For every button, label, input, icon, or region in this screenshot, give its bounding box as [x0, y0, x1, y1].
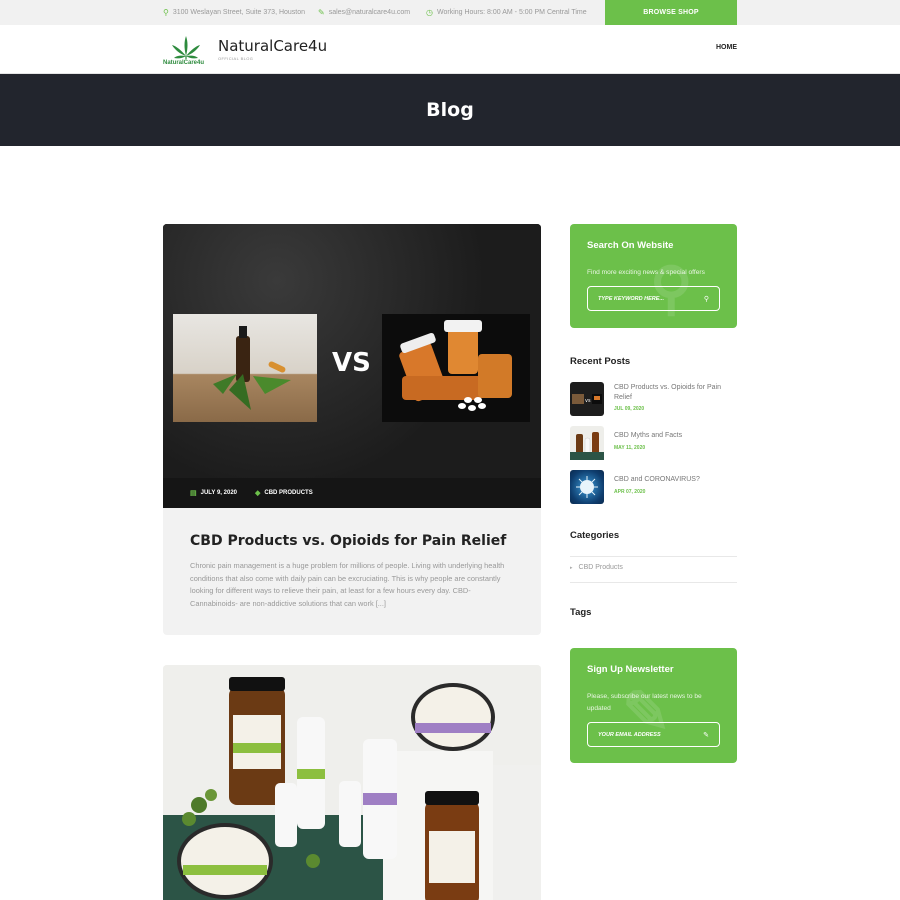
- category-label[interactable]: CBD Products: [579, 564, 623, 571]
- newsletter-widget: ✎ Sign Up Newsletter Please, subscribe o…: [570, 648, 737, 763]
- email-info[interactable]: ✎ sales@naturalcare4u.com: [318, 0, 410, 25]
- search-widget-text: Find more exciting news & special offers: [587, 269, 705, 276]
- recent-post-item[interactable]: CBD and CORONAVIRUS? APR 07, 2020: [570, 470, 737, 506]
- category-item[interactable]: ▸ CBD Products: [570, 564, 623, 571]
- site-header: NaturalCare4u NaturalCare4u OFFICIAL BLO…: [0, 25, 900, 74]
- top-info-bar: ⚲ 3100 Weslayan Street, Suite 373, Houst…: [0, 0, 900, 25]
- tag-icon: ◆: [255, 490, 261, 497]
- nav-home-link[interactable]: HOME: [716, 44, 737, 51]
- calendar-icon: ▤: [190, 490, 197, 497]
- site-brand-title[interactable]: NaturalCare4u: [218, 37, 327, 55]
- search-icon[interactable]: ⚲: [704, 295, 709, 303]
- newsletter-title: Sign Up Newsletter: [587, 664, 674, 675]
- recent-post-date: MAY 11, 2020: [614, 445, 646, 451]
- pencil-icon[interactable]: ✎: [703, 731, 709, 739]
- map-pin-icon: ⚲: [163, 8, 169, 17]
- post-category[interactable]: ◆ CBD PRODUCTS: [255, 489, 313, 497]
- hours-info: ◷ Working Hours: 8:00 AM - 5:00 PM Centr…: [426, 0, 587, 25]
- site-brand-subtitle: OFFICIAL BLOG: [218, 56, 254, 61]
- post-meta-bar: ▤ JULY 9, 2020 ◆ CBD PRODUCTS: [163, 478, 541, 508]
- recent-posts-heading: Recent Posts: [570, 356, 631, 367]
- recent-post-date: APR 07, 2020: [614, 489, 646, 495]
- blog-post-card-2: [163, 665, 541, 900]
- cbd-products-illustration: [163, 665, 541, 900]
- recent-post-title[interactable]: CBD Myths and Facts: [614, 431, 737, 441]
- recent-post-title[interactable]: CBD and CORONAVIRUS?: [614, 475, 737, 485]
- post-date[interactable]: ▤ JULY 9, 2020: [190, 489, 237, 497]
- logo-text: NaturalCare4u: [163, 60, 205, 66]
- divider: [570, 556, 737, 557]
- address-text: 3100 Weslayan Street, Suite 373, Houston: [172, 9, 306, 16]
- opioid-pills-photo: [382, 314, 530, 422]
- email-text[interactable]: sales@naturalcare4u.com: [329, 9, 410, 16]
- post-excerpt: Chronic pain management is a huge proble…: [190, 561, 505, 608]
- search-input-placeholder[interactable]: TYPE KEYWORD HERE...: [598, 296, 664, 302]
- categories-heading: Categories: [570, 530, 620, 541]
- browse-shop-button[interactable]: BROWSE SHOP: [605, 0, 737, 25]
- pencil-icon: ✎: [318, 8, 325, 17]
- svg-text:vs: vs: [585, 398, 591, 404]
- cbd-products-photo[interactable]: [163, 665, 541, 900]
- post-title[interactable]: CBD Products vs. Opioids for Pain Relief: [190, 533, 506, 549]
- search-widget: ⚲ Search On Website Find more exciting n…: [570, 224, 737, 328]
- page-hero: Blog: [0, 74, 900, 146]
- tags-heading: Tags: [570, 607, 592, 618]
- recent-post-date: JUL 09, 2020: [614, 406, 645, 412]
- search-input[interactable]: TYPE KEYWORD HERE... ⚲: [587, 286, 720, 311]
- recent-post-item[interactable]: vs CBD Products vs. Opioids for Pain Rel…: [570, 382, 737, 418]
- recent-post-thumbnail[interactable]: [570, 470, 604, 504]
- email-input-placeholder[interactable]: YOUR EMAIL ADDRESS: [598, 732, 661, 738]
- search-widget-title: Search On Website: [587, 240, 674, 251]
- recent-post-title[interactable]: CBD Products vs. Opioids for Pain Relief: [614, 383, 737, 403]
- page-title: Blog: [426, 99, 474, 121]
- recent-post-thumbnail[interactable]: vs: [570, 382, 604, 416]
- versus-label: VS: [332, 348, 371, 378]
- hours-text: Working Hours: 8:00 AM - 5:00 PM Central…: [436, 9, 587, 16]
- post-featured-image[interactable]: VS ▤ JULY 9, 2020 ◆ CBD PRODUCTS: [163, 224, 541, 508]
- post-date-text[interactable]: JULY 9, 2020: [201, 490, 237, 496]
- newsletter-text: Please, subscribe our latest news to be …: [587, 693, 702, 712]
- divider: [570, 582, 737, 583]
- blog-post-card: VS ▤ JULY 9, 2020 ◆ CBD PRODUCTS CBD Pro…: [163, 224, 541, 635]
- cbd-oil-photo: [173, 314, 317, 422]
- address-info: ⚲ 3100 Weslayan Street, Suite 373, Houst…: [163, 0, 305, 25]
- clock-icon: ◷: [426, 8, 433, 17]
- post-category-text[interactable]: CBD PRODUCTS: [264, 490, 312, 496]
- recent-post-item[interactable]: CBD Myths and Facts MAY 11, 2020: [570, 426, 737, 462]
- chevron-right-icon: ▸: [570, 564, 573, 571]
- newsletter-email-input[interactable]: YOUR EMAIL ADDRESS ✎: [587, 722, 720, 747]
- recent-post-thumbnail[interactable]: [570, 426, 604, 460]
